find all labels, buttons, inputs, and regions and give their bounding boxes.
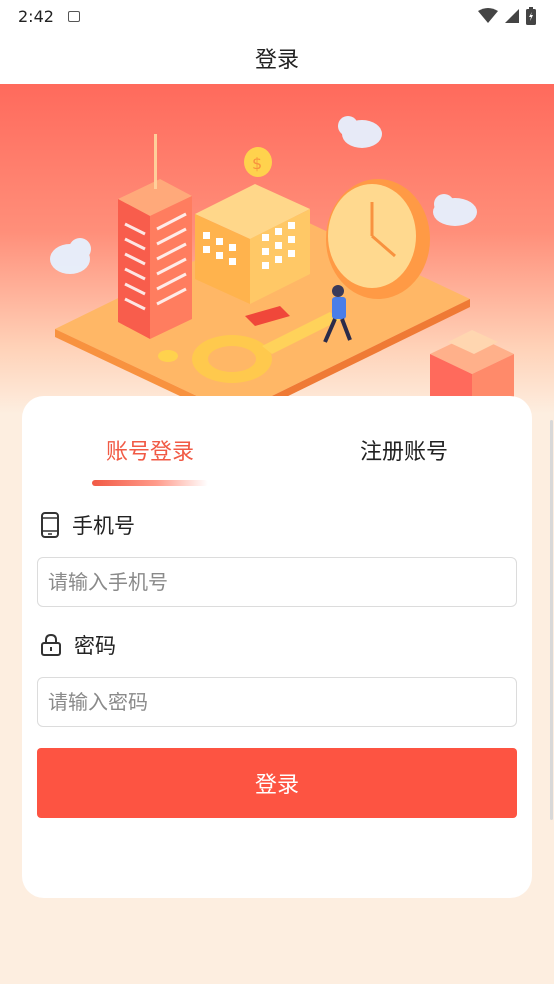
app-header: 登录 (0, 32, 554, 84)
battery-icon (526, 7, 536, 25)
wifi-icon (478, 8, 498, 23)
login-button[interactable]: 登录 (37, 748, 517, 818)
lock-icon (41, 634, 61, 656)
active-tab-indicator (92, 480, 208, 486)
hero-illustration: $ (0, 84, 554, 414)
tab-account-login[interactable]: 账号登录 (80, 430, 220, 470)
scrollbar[interactable] (550, 420, 553, 820)
phone-label-text: 手机号 (72, 514, 135, 538)
password-label: 密码 (40, 630, 116, 660)
office-building: $ (195, 147, 310, 304)
city-illustration: $ (50, 116, 514, 414)
password-input[interactable] (37, 677, 517, 727)
status-bar: 2:42 (0, 0, 554, 32)
tab-bar: 账号登录 注册账号 (22, 430, 532, 490)
login-card: 账号登录 注册账号 手机号 密码 登录 (22, 396, 532, 898)
clock-icon (326, 179, 430, 299)
tower-building (118, 134, 192, 339)
phone-input[interactable] (37, 557, 517, 607)
status-time: 2:42 (18, 6, 54, 26)
password-label-text: 密码 (74, 634, 116, 658)
page-title: 登录 (254, 48, 299, 73)
status-icons (478, 7, 536, 25)
svg-text:$: $ (252, 154, 262, 173)
signal-icon (505, 9, 519, 23)
phone-icon (41, 512, 59, 538)
tab-register-account[interactable]: 注册账号 (334, 430, 474, 470)
phone-label: 手机号 (40, 510, 135, 540)
sim-card-icon (67, 10, 80, 22)
